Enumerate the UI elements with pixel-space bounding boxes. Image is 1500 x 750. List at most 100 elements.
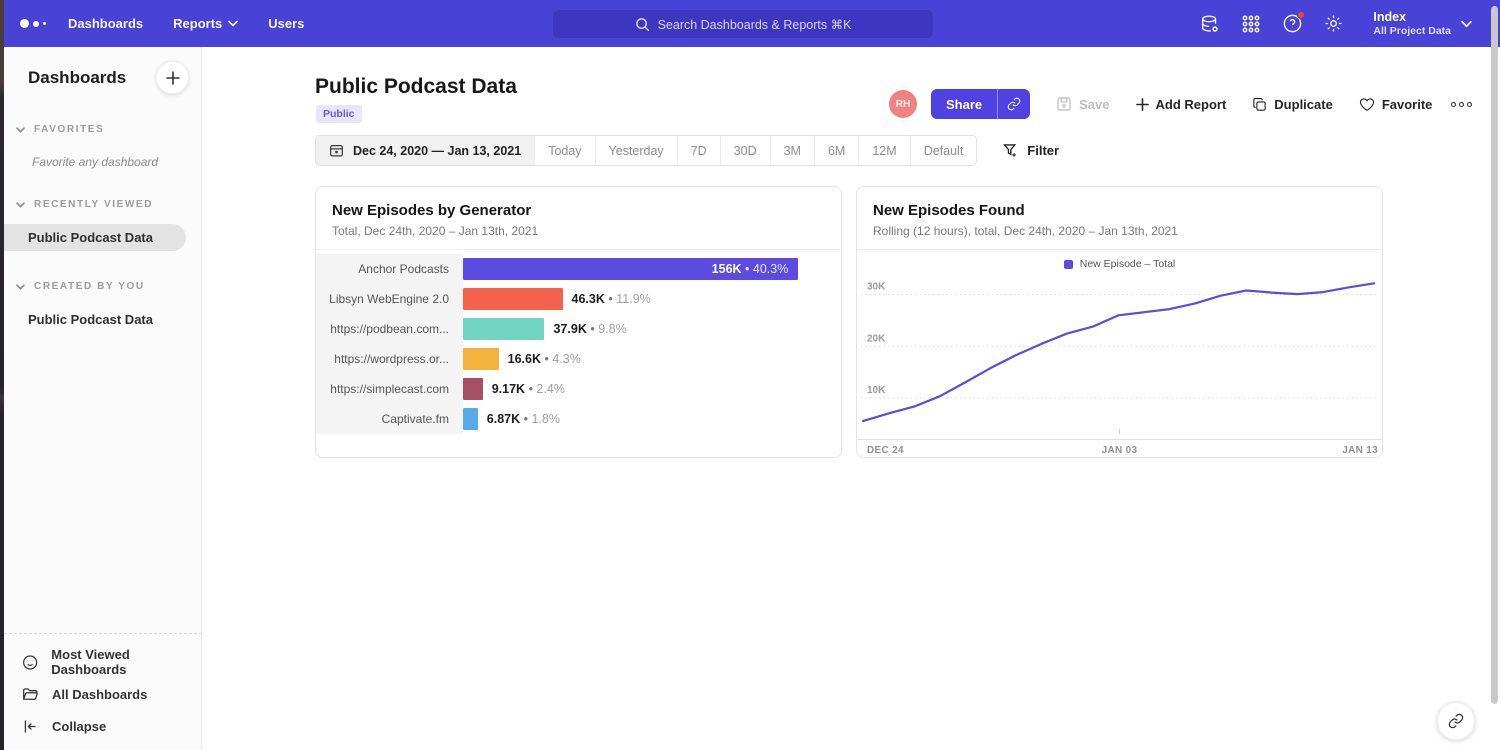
bar-value-label: 16.6K • 4.3% — [508, 352, 581, 366]
plus-icon — [1136, 98, 1149, 111]
chevron-down-icon — [1461, 20, 1472, 28]
line-chart-subtitle: Rolling (12 hours), total, Dec 24th, 202… — [873, 224, 1366, 238]
section-recently-viewed[interactable]: RECENTLY VIEWED — [4, 199, 201, 210]
nav-item-reports[interactable]: Reports — [173, 16, 238, 31]
bar-value-label: 46.3K • 11.9% — [572, 292, 651, 306]
date-range-picker[interactable]: Dec 24, 2020 — Jan 13, 2021 — [316, 136, 534, 165]
project-scope: All Project Data — [1373, 25, 1451, 37]
x-tick-label: JAN 03 — [1102, 445, 1138, 456]
date-toolbar: Dec 24, 2020 — Jan 13, 2021 TodayYesterd… — [315, 135, 1059, 166]
preset-6m[interactable]: 6M — [814, 136, 858, 165]
line-chart-title: New Episodes Found — [873, 202, 1366, 219]
nav-item-dashboards[interactable]: Dashboards — [68, 16, 143, 31]
preset-7d[interactable]: 7D — [677, 136, 720, 165]
nav-right-cluster: Index All Project Data — [1199, 0, 1472, 47]
bar-category-label: https://podbean.com... — [316, 314, 463, 344]
bar[interactable] — [463, 318, 544, 340]
vertical-scrollbar[interactable] — [1491, 6, 1498, 704]
x-tick-label: JAN 13 — [1342, 445, 1378, 456]
bar-chart-rows: Anchor Podcasts 156K • 40.3% Libsyn WebEng… — [316, 250, 841, 434]
bar[interactable] — [463, 348, 499, 370]
copy-link-floating-button[interactable] — [1437, 702, 1475, 740]
nav-menu: Dashboards Reports Users — [68, 16, 304, 31]
bar[interactable]: 156K • 40.3% — [463, 258, 798, 280]
section-favorites[interactable]: FAVORITES — [4, 124, 201, 135]
line-chart-card: New Episodes Found Rolling (12 hours), t… — [856, 186, 1383, 458]
preset-3m[interactable]: 3M — [770, 136, 814, 165]
report-cards: New Episodes by Generator Total, Dec 24t… — [315, 186, 1383, 458]
bar-category-label: Anchor Podcasts — [316, 254, 463, 284]
bar[interactable] — [463, 378, 483, 400]
section-created-by-you[interactable]: CREATED BY YOU — [4, 281, 201, 292]
link-icon — [1448, 713, 1464, 729]
preset-today[interactable]: Today — [534, 136, 594, 165]
share-link-button[interactable] — [997, 89, 1030, 119]
date-range-group: Dec 24, 2020 — Jan 13, 2021 TodayYesterd… — [315, 135, 977, 166]
all-dashboards-button[interactable]: All Dashboards — [22, 678, 202, 710]
help-icon[interactable] — [1281, 13, 1303, 35]
app-logo-icon[interactable] — [20, 19, 60, 28]
save-icon — [1056, 96, 1072, 112]
visibility-badge: Public — [316, 105, 362, 123]
data-sources-icon[interactable] — [1199, 13, 1221, 35]
favorite-button[interactable]: Favorite — [1359, 97, 1433, 112]
legend-label: New Episode – Total — [1080, 258, 1176, 270]
smiley-icon — [22, 654, 38, 671]
project-name: Index — [1373, 10, 1451, 26]
preset-yesterday[interactable]: Yesterday — [595, 136, 677, 165]
more-options-button[interactable] — [1451, 102, 1472, 107]
sidebar-item-public-podcast-data-2[interactable]: Public Podcast Data — [4, 306, 201, 333]
bar-chart-card: New Episodes by Generator Total, Dec 24t… — [315, 186, 842, 458]
preset-default[interactable]: Default — [910, 136, 977, 165]
bar-chart-subtitle: Total, Dec 24th, 2020 – Jan 13th, 2021 — [332, 224, 825, 238]
apps-grid-icon[interactable] — [1240, 13, 1262, 35]
settings-gear-icon[interactable] — [1322, 13, 1344, 35]
add-dashboard-button[interactable] — [156, 61, 189, 94]
main-content: Public Podcast Data Public RH Share Save… — [203, 47, 1500, 750]
line-series — [863, 283, 1374, 421]
bar[interactable] — [463, 288, 563, 310]
bar[interactable] — [463, 408, 478, 430]
chart-legend: New Episode – Total — [857, 250, 1382, 274]
folder-icon — [22, 686, 39, 703]
preset-12m[interactable]: 12M — [858, 136, 909, 165]
filter-funnel-icon — [1002, 142, 1019, 159]
nav-item-users[interactable]: Users — [268, 16, 304, 31]
favorites-empty-text: Favorite any dashboard — [32, 155, 201, 169]
notification-badge — [1297, 11, 1305, 19]
avatar[interactable]: RH — [889, 90, 917, 118]
bar-value-label: 37.9K • 9.8% — [553, 322, 626, 336]
collapse-icon — [22, 718, 39, 735]
top-navbar: Dashboards Reports Users Search Dashboar… — [0, 0, 1500, 47]
save-button[interactable]: Save — [1056, 96, 1109, 112]
date-presets: TodayYesterday7D30D3M6M12MDefault — [534, 136, 976, 165]
duplicate-button[interactable]: Duplicate — [1252, 97, 1333, 112]
search-icon — [635, 17, 650, 32]
search-input[interactable]: Search Dashboards & Reports ⌘K — [553, 10, 933, 38]
bar-category-label: Captivate.fm — [316, 404, 463, 434]
most-viewed-dashboards-button[interactable]: Most Viewed Dashboards — [22, 646, 202, 678]
bar-category-label: Libsyn WebEngine 2.0 — [316, 284, 463, 314]
bar-value-label: 9.17K • 2.4% — [492, 382, 565, 396]
heart-icon — [1359, 97, 1375, 112]
filter-button[interactable]: Filter — [1002, 142, 1059, 159]
bar-value-label: 156K • 40.3% — [712, 262, 799, 276]
svg-text:10K: 10K — [867, 385, 886, 396]
background-edge — [0, 0, 4, 750]
link-icon — [1007, 97, 1021, 111]
preset-30d[interactable]: 30D — [720, 136, 770, 165]
bar-chart-title: New Episodes by Generator — [332, 202, 825, 219]
chevron-down-icon — [228, 20, 238, 27]
sidebar-footer: Most Viewed Dashboards All Dashboards Co… — [4, 633, 202, 742]
x-tick-label: DEC 24 — [867, 445, 904, 456]
sidebar-item-public-podcast-data[interactable]: Public Podcast Data — [4, 224, 186, 251]
collapse-sidebar-button[interactable]: Collapse — [22, 710, 202, 742]
calendar-icon — [329, 143, 344, 158]
share-button[interactable]: Share — [931, 89, 997, 119]
chevron-down-icon — [16, 202, 25, 208]
page-title: Public Podcast Data — [315, 75, 517, 99]
add-report-button[interactable]: Add Report — [1136, 97, 1227, 112]
legend-swatch — [1064, 260, 1073, 269]
x-axis-labels: DEC 24 JAN 03 JAN 13 — [857, 439, 1382, 458]
project-switcher[interactable]: Index All Project Data — [1373, 10, 1472, 38]
